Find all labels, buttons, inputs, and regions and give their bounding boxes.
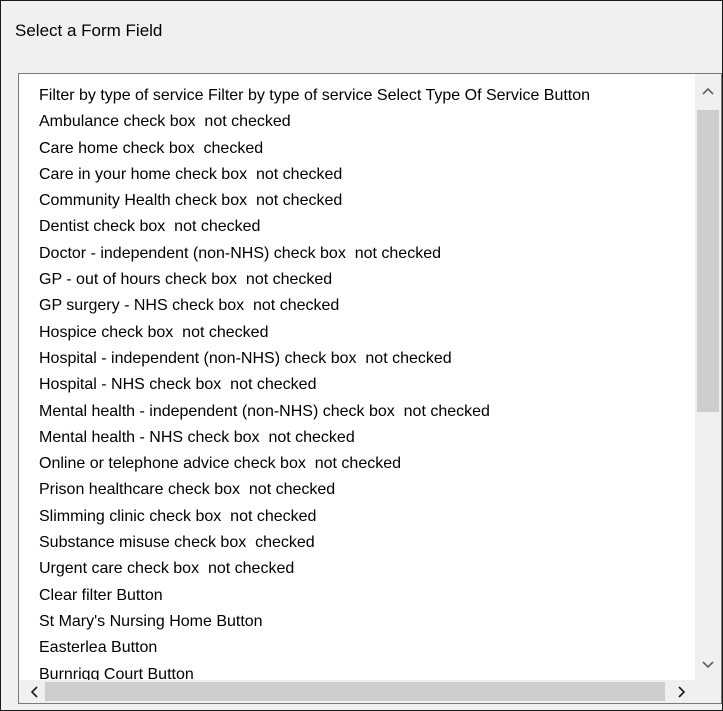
chevron-up-icon <box>702 87 714 95</box>
list-item[interactable]: St Mary's Nursing Home Button <box>39 609 590 635</box>
list-item[interactable]: Prison healthcare check box not checked <box>39 477 590 503</box>
list-item[interactable]: Hospice check box not checked <box>39 320 590 346</box>
list-item[interactable]: Community Health check box not checked <box>39 188 590 214</box>
list-item[interactable]: Urgent care check box not checked <box>39 556 590 582</box>
form-field-list: Filter by type of service Filter by type… <box>39 83 590 688</box>
vertical-scroll-thumb[interactable] <box>697 110 719 412</box>
list-item[interactable]: GP - out of hours check box not checked <box>39 267 590 293</box>
scroll-up-button[interactable] <box>697 80 719 102</box>
list-item[interactable]: Filter by type of service Filter by type… <box>39 83 590 109</box>
form-field-listbox[interactable]: Filter by type of service Filter by type… <box>18 73 722 704</box>
list-item[interactable]: Doctor - independent (non-NHS) check box… <box>39 241 590 267</box>
list-item[interactable]: Online or telephone advice check box not… <box>39 451 590 477</box>
list-item[interactable]: Clear filter Button <box>39 583 590 609</box>
list-item[interactable]: Mental health - independent (non-NHS) ch… <box>39 399 590 425</box>
list-item[interactable]: Slimming clinic check box not checked <box>39 504 590 530</box>
list-item[interactable]: Care in your home check box not checked <box>39 162 590 188</box>
horizontal-scroll-thumb[interactable] <box>45 682 665 701</box>
list-item[interactable]: Dentist check box not checked <box>39 214 590 240</box>
select-form-field-dialog: Select a Form Field Filter by type of se… <box>0 0 723 711</box>
list-item[interactable]: Care home check box checked <box>39 136 590 162</box>
horizontal-scrollbar[interactable] <box>19 680 697 703</box>
list-item[interactable]: GP surgery - NHS check box not checked <box>39 293 590 319</box>
dialog-title: Select a Form Field <box>15 21 163 40</box>
list-item[interactable]: Ambulance check box not checked <box>39 109 590 135</box>
vertical-scrollbar[interactable] <box>695 74 721 682</box>
scroll-left-button[interactable] <box>23 681 45 703</box>
list-item[interactable]: Hospital - independent (non-NHS) check b… <box>39 346 590 372</box>
list-item[interactable]: Substance misuse check box checked <box>39 530 590 556</box>
chevron-right-icon <box>678 686 686 698</box>
list-item[interactable]: Mental health - NHS check box not checke… <box>39 425 590 451</box>
chevron-left-icon <box>30 686 38 698</box>
scroll-right-button[interactable] <box>671 681 693 703</box>
scrollbar-corner <box>695 680 721 703</box>
scroll-down-button[interactable] <box>697 654 719 676</box>
list-item[interactable]: Hospital - NHS check box not checked <box>39 372 590 398</box>
chevron-down-icon <box>702 661 714 669</box>
list-item[interactable]: Easterlea Button <box>39 635 590 661</box>
